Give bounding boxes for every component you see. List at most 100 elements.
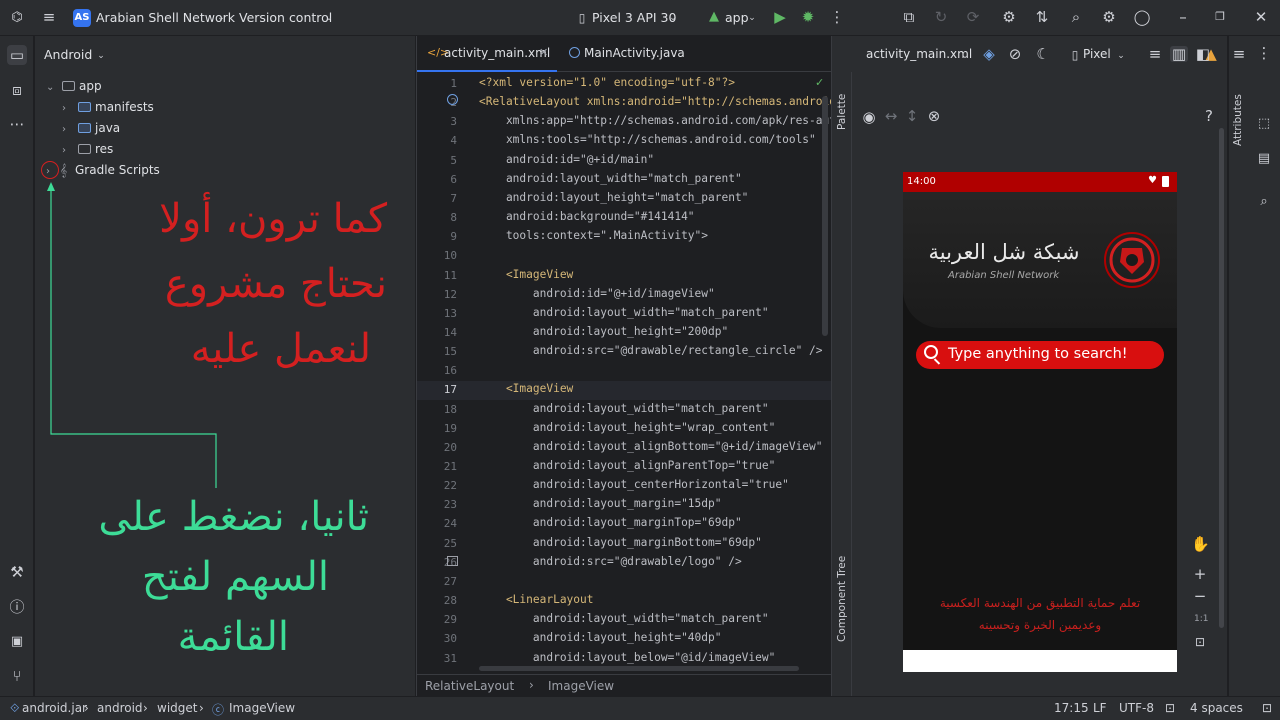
restore-window-icon[interactable]: ❐	[1211, 9, 1229, 25]
design-scrollbar[interactable]	[1219, 128, 1224, 628]
night-mode-icon[interactable]: ☾	[1034, 46, 1052, 62]
editor-scrollbar[interactable]	[822, 96, 828, 336]
code-line[interactable]: android:src="@drawable/rectangle_circle"…	[479, 344, 823, 357]
code-view-icon[interactable]: ≡	[1146, 46, 1164, 62]
notifications-icon[interactable]: ≡	[1230, 46, 1248, 62]
project-badge[interactable]: AS	[73, 9, 91, 27]
phone-preview[interactable]: 14:00 ♥ شبكة شل العربية Arabian Shell Ne…	[903, 172, 1177, 672]
settings-gear-icon[interactable]: ⚙	[1100, 9, 1118, 25]
code-line[interactable]: android:background="#141414"	[479, 210, 695, 223]
code-line[interactable]: android:layout_width="match_parent"	[479, 172, 742, 185]
device-manager-icon[interactable]: ⧉	[900, 9, 918, 25]
code-line[interactable]: android:layout_marginBottom="69dp"	[479, 536, 762, 549]
code-line[interactable]: android:layout_width="match_parent"	[479, 612, 769, 625]
code-line[interactable]: android:id="@+id/main"	[479, 153, 654, 166]
chevron-right-icon[interactable]: ›	[62, 103, 76, 114]
code-line[interactable]: android:layout_below="@id/imageView"	[479, 651, 776, 664]
sdk-manager-icon[interactable]: ⚙	[1000, 9, 1018, 25]
code-line[interactable]: tools:context=".MainActivity">	[479, 229, 708, 242]
stop-icon[interactable]: ⟳	[964, 9, 982, 25]
zoom-in-icon[interactable]: +	[1191, 566, 1209, 582]
code-line[interactable]: xmlns:tools="http://schemas.android.com/…	[479, 133, 816, 146]
code-line[interactable]: <LinearLayout	[479, 593, 594, 606]
code-line[interactable]: android:layout_height="match_parent"	[479, 191, 748, 204]
eye-icon[interactable]: ◉	[860, 109, 878, 125]
run-icon[interactable]: ▶	[771, 9, 789, 25]
minimize-icon[interactable]: –	[1174, 9, 1192, 25]
build-variants-icon[interactable]: ⚒	[8, 564, 26, 580]
code-line[interactable]: android:layout_height="200dp"	[479, 325, 728, 338]
code-line[interactable]: android:id="@+id/imageView"	[479, 287, 715, 300]
horizontal-constraint-icon[interactable]: ↔	[882, 108, 900, 124]
status-path-package[interactable]: android	[97, 701, 143, 715]
code-line[interactable]: <ImageView	[479, 268, 573, 281]
breadcrumb-imageview[interactable]: ImageView	[548, 679, 614, 693]
design-device-selector[interactable]: Pixel	[1083, 47, 1111, 61]
vcs-menu[interactable]: Version control	[239, 10, 332, 25]
line-separator[interactable]: LF	[1093, 701, 1107, 715]
code-line[interactable]: android:layout_alignParentTop="true"	[479, 459, 776, 472]
context-icon[interactable]: ⊡	[1262, 701, 1272, 715]
main-menu-icon[interactable]: ≡	[40, 9, 58, 25]
close-window-icon[interactable]: ✕	[1252, 9, 1270, 25]
tab-activity-main[interactable]: </> activity_main.xml ✕	[417, 36, 557, 72]
account-icon[interactable]: ◯	[1133, 9, 1151, 25]
code-line[interactable]: android:layout_width="match_parent"	[479, 402, 769, 415]
app-inspection-icon[interactable]: ⌕	[1255, 194, 1273, 210]
code-line[interactable]: android:layout_height="wrap_content"	[479, 421, 776, 434]
code-line[interactable]: android:src="@drawable/logo" />	[479, 555, 742, 568]
caret-position[interactable]: 17:15	[1054, 701, 1089, 715]
attributes-tab[interactable]: Attributes	[1232, 94, 1244, 146]
code-line[interactable]: android:layout_marginTop="69dp"	[479, 516, 742, 529]
split-view-icon[interactable]: ▥	[1170, 46, 1188, 62]
read-only-lock-icon[interactable]: ⊡	[1165, 701, 1175, 715]
close-tab-icon[interactable]: ✕	[539, 46, 548, 59]
code-line[interactable]: android:layout_height="40dp"	[479, 631, 722, 644]
tab-mainactivity[interactable]: MainActivity.java	[565, 36, 705, 72]
zoom-out-icon[interactable]: −	[1191, 588, 1209, 604]
code-line[interactable]: android:layout_margin="15dp"	[479, 497, 722, 510]
code-line[interactable]: <?xml version="1.0" encoding="utf-8"?>	[479, 76, 735, 89]
chevron-right-icon[interactable]: ›	[62, 145, 76, 156]
search-icon[interactable]: ⌕	[1067, 9, 1085, 25]
magnet-off-icon[interactable]: ⊗	[925, 108, 943, 124]
chevron-right-icon[interactable]: ›	[62, 124, 76, 135]
device-mirroring-icon[interactable]: ⬚	[1255, 116, 1273, 132]
status-path-subpackage[interactable]: widget	[157, 701, 197, 715]
indent-setting[interactable]: 4 spaces	[1190, 701, 1243, 715]
apply-changes-icon[interactable]: ↻	[932, 9, 950, 25]
code-editor[interactable]: </> activity_main.xml ✕ MainActivity.jav…	[416, 36, 831, 696]
tree-item-manifests[interactable]: › manifests	[62, 100, 154, 120]
project-folder-icon[interactable]: ▭	[7, 45, 27, 65]
horizontal-scrollbar[interactable]	[479, 666, 799, 671]
file-encoding[interactable]: UTF-8	[1119, 701, 1154, 715]
pan-hand-icon[interactable]: ✋	[1191, 536, 1210, 552]
debug-icon[interactable]: ✹	[799, 9, 817, 25]
vertical-constraint-icon[interactable]: ↕	[903, 108, 921, 124]
code-line[interactable]: <RelativeLayout xmlns:android="http://sc…	[479, 95, 831, 108]
gemini-icon[interactable]: ⋮	[1255, 45, 1273, 61]
code-line[interactable]: android:layout_centerHorizontal="true"	[479, 478, 789, 491]
component-tree-tab[interactable]: Component Tree	[836, 556, 848, 642]
tree-item-res[interactable]: › res	[62, 142, 113, 162]
more-tools-icon[interactable]: ⋯	[8, 116, 26, 132]
code-line[interactable]: android:layout_width="match_parent"	[479, 306, 769, 319]
orientation-icon[interactable]: ⊘	[1006, 46, 1024, 62]
git-icon[interactable]: ⑂	[8, 668, 26, 684]
code-line[interactable]: xmlns:app="http://schemas.android.com/ap…	[479, 114, 831, 127]
status-path-jar[interactable]: android.jar	[22, 701, 87, 715]
android-studio-logo-icon[interactable]: ⌬	[8, 10, 26, 26]
tree-item-java[interactable]: › java	[62, 121, 120, 141]
zoom-ratio-label[interactable]: 1:1	[1194, 614, 1208, 624]
palette-tab[interactable]: Palette	[836, 94, 848, 130]
tree-item-app[interactable]: ⌄ app	[46, 79, 102, 99]
breadcrumb-relativelayout[interactable]: RelativeLayout	[425, 679, 514, 693]
fit-screen-icon[interactable]: ⊡	[1191, 634, 1209, 650]
running-devices-icon[interactable]: ▤	[1255, 151, 1273, 167]
project-view-selector[interactable]: Android	[44, 47, 92, 62]
resource-manager-icon[interactable]: ⧈	[8, 82, 26, 98]
code-line[interactable]: <ImageView	[479, 382, 573, 395]
code-line[interactable]: android:layout_alignBottom="@+id/imageVi…	[479, 440, 823, 453]
chevron-down-icon[interactable]: ⌄	[46, 82, 60, 93]
help-icon[interactable]: ?	[1200, 108, 1218, 124]
